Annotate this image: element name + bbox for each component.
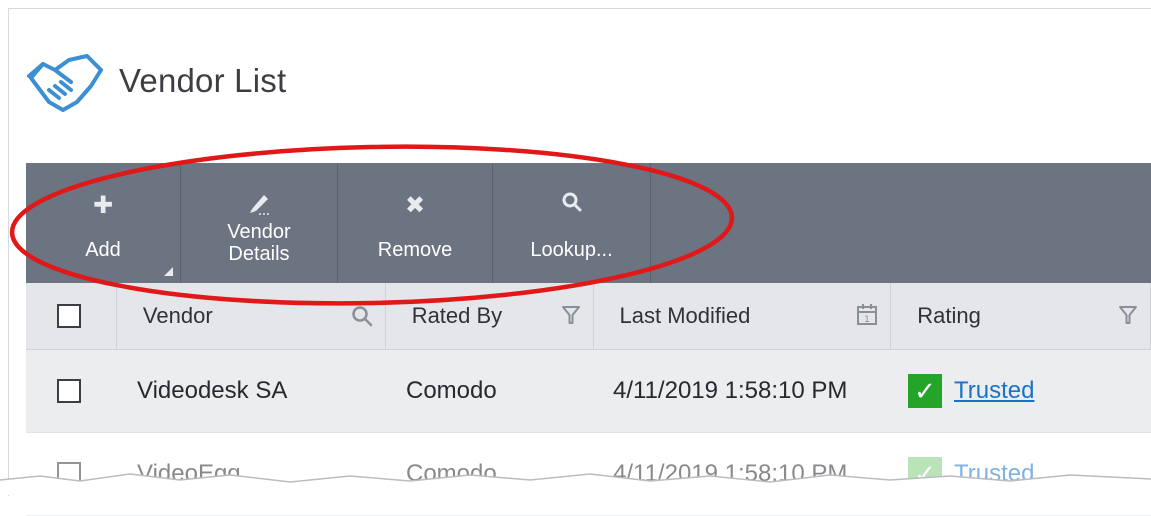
x-icon: ✖: [404, 192, 426, 219]
vendor-cell: VideoEgg: [116, 433, 384, 515]
search-icon: [562, 192, 581, 212]
add-button[interactable]: ✚ Add: [26, 163, 181, 283]
last-modified-cell: 4/11/2019 1:58:10 PM: [591, 350, 888, 432]
rating-cell: ✓ Trusted: [888, 433, 1147, 515]
select-all-cell: [26, 283, 117, 349]
last-modified-value: 4/11/2019 1:58:10 PM: [613, 377, 848, 404]
column-label: Vendor: [142, 303, 213, 328]
filter-icon[interactable]: [1118, 305, 1138, 325]
lookup-button[interactable]: Lookup...: [493, 163, 651, 283]
remove-button[interactable]: ✖ Remove: [338, 163, 493, 283]
column-label: Rated By: [411, 303, 503, 328]
rated-by-value: Comodo: [406, 460, 497, 487]
rated-by-value: Comodo: [406, 377, 497, 404]
table-row[interactable]: VideoEgg Comodo 4/11/2019 1:58:10 PM ✓ T…: [26, 433, 1151, 516]
toolbar: ✚ Add Vendor Details ✖ Remove Lookup...: [26, 163, 1151, 283]
handshake-icon: [27, 54, 103, 112]
table-header: Vendor Rated By Last Modified 1 Rating: [26, 283, 1151, 350]
rating-link[interactable]: Trusted: [954, 377, 1034, 405]
column-header-rated-by[interactable]: Rated By: [386, 283, 594, 349]
dropdown-triangle-icon[interactable]: [164, 267, 173, 276]
lookup-label: Lookup...: [530, 239, 613, 261]
calendar-day: 1: [864, 315, 870, 325]
add-label: Add: [85, 239, 121, 261]
table-row[interactable]: Videodesk SA Comodo 4/11/2019 1:58:10 PM…: [26, 350, 1151, 433]
column-header-rating[interactable]: Rating: [891, 283, 1151, 349]
filter-icon[interactable]: [561, 305, 581, 325]
trusted-check-icon: ✓: [908, 374, 942, 408]
pencil-icon: [250, 195, 269, 215]
column-header-last-modified[interactable]: Last Modified 1: [594, 283, 892, 349]
vendor-name: Videodesk SA: [137, 377, 288, 404]
plus-icon: ✚: [92, 192, 114, 219]
column-label: Last Modified: [619, 303, 751, 328]
calendar-icon[interactable]: 1: [856, 302, 878, 326]
rated-by-cell: Comodo: [384, 350, 591, 432]
vendor-cell: Videodesk SA: [116, 350, 384, 432]
page-header: Vendor List: [25, 46, 286, 116]
row-select-cell: [26, 350, 116, 432]
last-modified-value: 4/11/2019 1:58:10 PM: [613, 460, 848, 487]
remove-label: Remove: [377, 239, 453, 261]
row-select-cell: [26, 433, 116, 515]
rating-cell: ✓ Trusted: [888, 350, 1147, 432]
rated-by-cell: Comodo: [384, 433, 591, 515]
trusted-check-icon: ✓: [908, 457, 942, 491]
row-checkbox[interactable]: [57, 462, 81, 486]
page-title: Vendor List: [119, 62, 287, 99]
search-icon[interactable]: [351, 305, 373, 327]
column-label: Rating: [917, 303, 981, 328]
column-header-vendor[interactable]: Vendor: [117, 283, 386, 349]
vendor-details-label-line2: Details: [228, 243, 290, 265]
vendor-details-label-line1: Vendor: [227, 221, 291, 243]
vendor-name: VideoEgg: [137, 460, 241, 487]
row-checkbox[interactable]: [57, 379, 81, 403]
last-modified-cell: 4/11/2019 1:58:10 PM: [591, 433, 888, 515]
rating-link[interactable]: Trusted: [954, 460, 1034, 488]
vendor-details-button[interactable]: Vendor Details: [181, 163, 338, 283]
select-all-checkbox[interactable]: [57, 304, 81, 328]
